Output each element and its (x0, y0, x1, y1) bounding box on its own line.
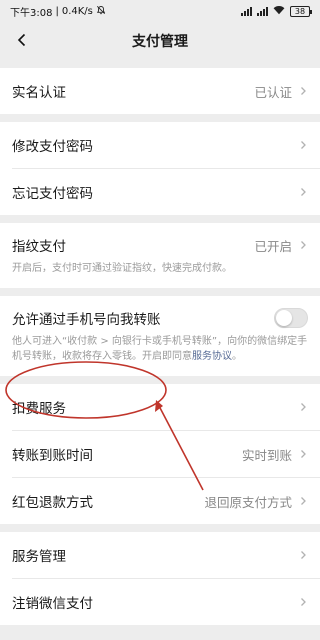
chevron-right-icon (301, 241, 306, 249)
status-time: 下午3:08 (10, 7, 53, 19)
row-change-password[interactable]: 修改支付密码 (0, 122, 320, 168)
row-real-name[interactable]: 实名认证 已认证 (0, 68, 320, 114)
chevron-left-icon (16, 32, 28, 51)
status-bar: 下午3:08 | 0.4K/s 38 (0, 0, 320, 22)
group-fingerprint: 指纹支付 已开启 开启后，支付时可通过验证指纹，快速完成付款。 (0, 223, 320, 288)
chevron-right-icon (301, 141, 306, 149)
back-button[interactable] (8, 27, 36, 55)
real-name-status: 已认证 (254, 84, 292, 100)
allow-transfer-label: 允许通过手机号向我转账 (12, 312, 161, 328)
forgot-password-label: 忘记支付密码 (12, 186, 93, 202)
row-cancel-wechat-pay[interactable]: 注销微信支付 (0, 579, 320, 625)
service-management-label: 服务管理 (12, 549, 66, 565)
allow-transfer-description: 他人可进入“收付款 > 向银行卡或手机号转账”，向你的微信绑定手机号转账，收款将… (0, 334, 320, 376)
service-agreement-link[interactable]: 服务协议 (192, 351, 232, 362)
group-password: 修改支付密码 忘记支付密码 (0, 122, 320, 215)
signal-icon-2 (257, 6, 268, 16)
row-fingerprint[interactable]: 指纹支付 已开启 (0, 223, 320, 261)
toggle-knob (276, 310, 292, 326)
chevron-right-icon (301, 188, 306, 196)
change-password-label: 修改支付密码 (12, 139, 93, 155)
page-title: 支付管理 (132, 34, 188, 50)
group-management: 服务管理 注销微信支付 (0, 532, 320, 625)
battery-icon: 38 (290, 5, 312, 17)
row-forgot-password[interactable]: 忘记支付密码 (0, 169, 320, 215)
fingerprint-status: 已开启 (254, 238, 292, 254)
mute-bell-icon (96, 5, 106, 18)
allow-transfer-toggle[interactable] (274, 308, 308, 328)
group-services: 扣费服务 转账到账时间 实时到账 红包退款方式 退回原支付方式 (0, 384, 320, 524)
group-identity: 实名认证 已认证 (0, 68, 320, 114)
status-separator: | (55, 5, 59, 17)
deduction-service-label: 扣费服务 (12, 401, 66, 417)
row-allow-phone-transfer: 允许通过手机号向我转账 (0, 296, 320, 334)
arrival-time-label: 转账到账时间 (12, 448, 93, 464)
chevron-right-icon (301, 87, 306, 95)
arrival-time-value: 实时到账 (241, 447, 292, 463)
status-net-speed: 0.4K/s (61, 5, 93, 17)
row-arrival-time[interactable]: 转账到账时间 实时到账 (0, 431, 320, 477)
fingerprint-label: 指纹支付 (12, 239, 66, 255)
fingerprint-description: 开启后，支付时可通过验证指纹，快速完成付款。 (12, 263, 232, 274)
allow-transfer-desc-end: 。 (232, 351, 242, 362)
allow-transfer-desc-text: 他人可进入“收付款 > 向银行卡或手机号转账”，向你的微信绑定手机号转账，收款将… (12, 336, 308, 362)
row-service-management[interactable]: 服务管理 (0, 532, 320, 578)
cancel-wechat-pay-label: 注销微信支付 (12, 596, 93, 612)
chevron-right-icon (301, 403, 306, 411)
row-deduction-service[interactable]: 扣费服务 (0, 384, 320, 430)
group-transfer: 允许通过手机号向我转账 他人可进入“收付款 > 向银行卡或手机号转账”，向你的微… (0, 296, 320, 376)
signal-icon (241, 6, 252, 16)
chevron-right-icon (301, 598, 306, 606)
chevron-right-icon (301, 450, 306, 458)
chevron-right-icon (301, 497, 306, 505)
row-refund-method[interactable]: 红包退款方式 退回原支付方式 (0, 478, 320, 524)
real-name-label: 实名认证 (12, 85, 66, 101)
refund-method-label: 红包退款方式 (12, 495, 93, 511)
wifi-icon (273, 5, 285, 18)
nav-bar: 支付管理 (0, 22, 320, 60)
refund-method-value: 退回原支付方式 (204, 494, 292, 510)
chevron-right-icon (301, 551, 306, 559)
